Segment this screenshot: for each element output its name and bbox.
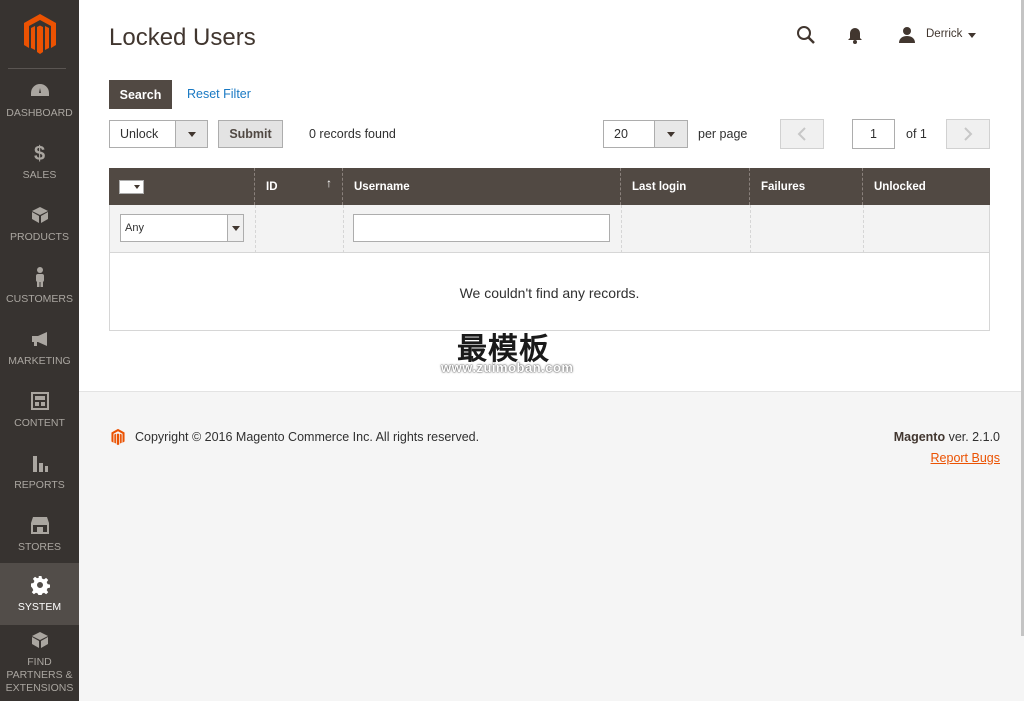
page-total: of 1 xyxy=(906,127,927,141)
sidebar-item-label: MARKETING xyxy=(8,354,71,367)
filter-cell-id xyxy=(255,205,343,253)
magento-footer-logo-icon xyxy=(111,428,125,446)
gear-icon xyxy=(30,575,50,595)
page-footer: Copyright © 2016 Magento Commerce Inc. A… xyxy=(79,391,1024,701)
column-header-id[interactable]: ID ↑ xyxy=(254,168,342,205)
chevron-down-icon[interactable] xyxy=(175,121,207,147)
watermark-url: www.zuimoban.com xyxy=(441,360,574,375)
copyright-text: Copyright © 2016 Magento Commerce Inc. A… xyxy=(135,430,480,444)
sidebar-item-label: CONTENT xyxy=(14,416,65,429)
magento-logo[interactable] xyxy=(0,0,79,68)
megaphone-icon xyxy=(30,329,50,349)
any-filter-select[interactable]: Any xyxy=(120,214,244,242)
user-icon[interactable] xyxy=(896,24,918,46)
mass-action-select[interactable]: Unlock xyxy=(109,120,208,148)
per-page-label: per page xyxy=(698,127,748,141)
sidebar-item-label: PRODUCTS xyxy=(10,230,69,243)
sidebar-item-label: STORES xyxy=(18,540,61,553)
store-icon xyxy=(30,515,50,535)
sidebar-item-label: FIND PARTNERS & EXTENSIONS xyxy=(5,655,74,694)
chevron-down-icon[interactable] xyxy=(227,215,243,241)
sidebar-item-system[interactable]: SYSTEM xyxy=(0,563,79,625)
column-header-failures[interactable]: Failures xyxy=(749,168,862,205)
any-filter-value: Any xyxy=(125,222,144,234)
filter-cell-mass: Any xyxy=(110,205,255,253)
sidebar-item-label: REPORTS xyxy=(14,478,65,491)
page-size-value: 20 xyxy=(614,127,628,141)
sidebar-item-label: DASHBOARD xyxy=(6,106,73,119)
column-label: Username xyxy=(354,180,410,193)
dashboard-icon xyxy=(30,81,50,101)
grid-filter-row: Any xyxy=(110,205,989,253)
chevron-down-icon[interactable] xyxy=(968,33,976,38)
sidebar-item-products[interactable]: PRODUCTS xyxy=(0,193,79,255)
grid-header-row: ID ↑ Username Last login Failures Unlock… xyxy=(109,168,990,205)
column-header-last-login[interactable]: Last login xyxy=(620,168,749,205)
submit-button[interactable]: Submit xyxy=(218,120,283,148)
svg-text:$: $ xyxy=(34,143,45,163)
sidebar-item-customers[interactable]: CUSTOMERS xyxy=(0,255,79,317)
bar-chart-icon xyxy=(30,453,50,473)
sidebar-item-label: SYSTEM xyxy=(17,600,62,613)
sidebar-item-stores[interactable]: STORES xyxy=(0,503,79,565)
next-page-button[interactable] xyxy=(946,119,990,149)
sort-up-icon: ↑ xyxy=(326,176,332,190)
sidebar-item-dashboard[interactable]: DASHBOARD xyxy=(0,69,79,131)
admin-sidebar: DASHBOARD $ SALES PRODUCTS CUSTOMERS MAR… xyxy=(0,0,79,701)
cube-icon xyxy=(30,205,50,225)
sidebar-item-label: SALES xyxy=(22,168,57,181)
current-page-input[interactable]: 1 xyxy=(852,119,895,149)
sidebar-item-find-partners[interactable]: FIND PARTNERS & EXTENSIONS xyxy=(0,627,79,697)
sidebar-item-content[interactable]: CONTENT xyxy=(0,379,79,441)
chevron-right-icon xyxy=(964,127,973,141)
box-icon xyxy=(30,630,50,650)
locked-users-grid: ID ↑ Username Last login Failures Unlock… xyxy=(109,168,990,331)
brand-name: Magento xyxy=(893,430,946,444)
sidebar-item-reports[interactable]: REPORTS xyxy=(0,441,79,503)
column-header-username[interactable]: Username xyxy=(342,168,620,205)
chevron-down-icon[interactable] xyxy=(654,121,687,147)
reset-filter-link[interactable]: Reset Filter xyxy=(187,87,251,101)
user-name[interactable]: Derrick xyxy=(926,28,962,40)
version-text: Magento ver. 2.1.0 xyxy=(894,430,1000,444)
sidebar-item-label: CUSTOMERS xyxy=(6,292,73,305)
filter-cell-unlocked xyxy=(863,205,989,253)
column-label: Failures xyxy=(761,180,806,193)
empty-records-message: We couldn't find any records. xyxy=(459,285,640,301)
mass-action-value: Unlock xyxy=(120,127,159,141)
prev-page-button[interactable] xyxy=(780,119,824,149)
version-number: ver. 2.1.0 xyxy=(945,430,1000,444)
filter-cell-last-login xyxy=(621,205,750,253)
person-icon xyxy=(30,266,50,287)
column-label: ID xyxy=(266,180,278,193)
bell-icon[interactable] xyxy=(844,24,866,46)
column-label: Last login xyxy=(632,180,687,193)
filter-cell-failures xyxy=(750,205,863,253)
report-bugs-link[interactable]: Report Bugs xyxy=(931,451,1000,465)
page-title: Locked Users xyxy=(109,24,256,51)
column-label: Unlocked xyxy=(874,180,926,193)
search-button[interactable]: Search xyxy=(109,80,172,109)
sidebar-item-sales[interactable]: $ SALES xyxy=(0,131,79,193)
page-size-select[interactable]: 20 xyxy=(603,120,688,148)
magento-logo-icon xyxy=(23,14,56,54)
username-filter-input[interactable] xyxy=(353,214,610,242)
dollar-icon: $ xyxy=(30,143,50,163)
content-icon xyxy=(30,391,50,411)
mass-select-checkbox[interactable] xyxy=(119,180,144,194)
column-header-unlocked[interactable]: Unlocked xyxy=(862,168,990,205)
mass-select-column xyxy=(109,168,254,205)
search-icon[interactable] xyxy=(795,24,817,46)
records-count: 0 records found xyxy=(309,127,396,141)
sidebar-item-marketing[interactable]: MARKETING xyxy=(0,317,79,379)
chevron-left-icon xyxy=(797,127,806,141)
